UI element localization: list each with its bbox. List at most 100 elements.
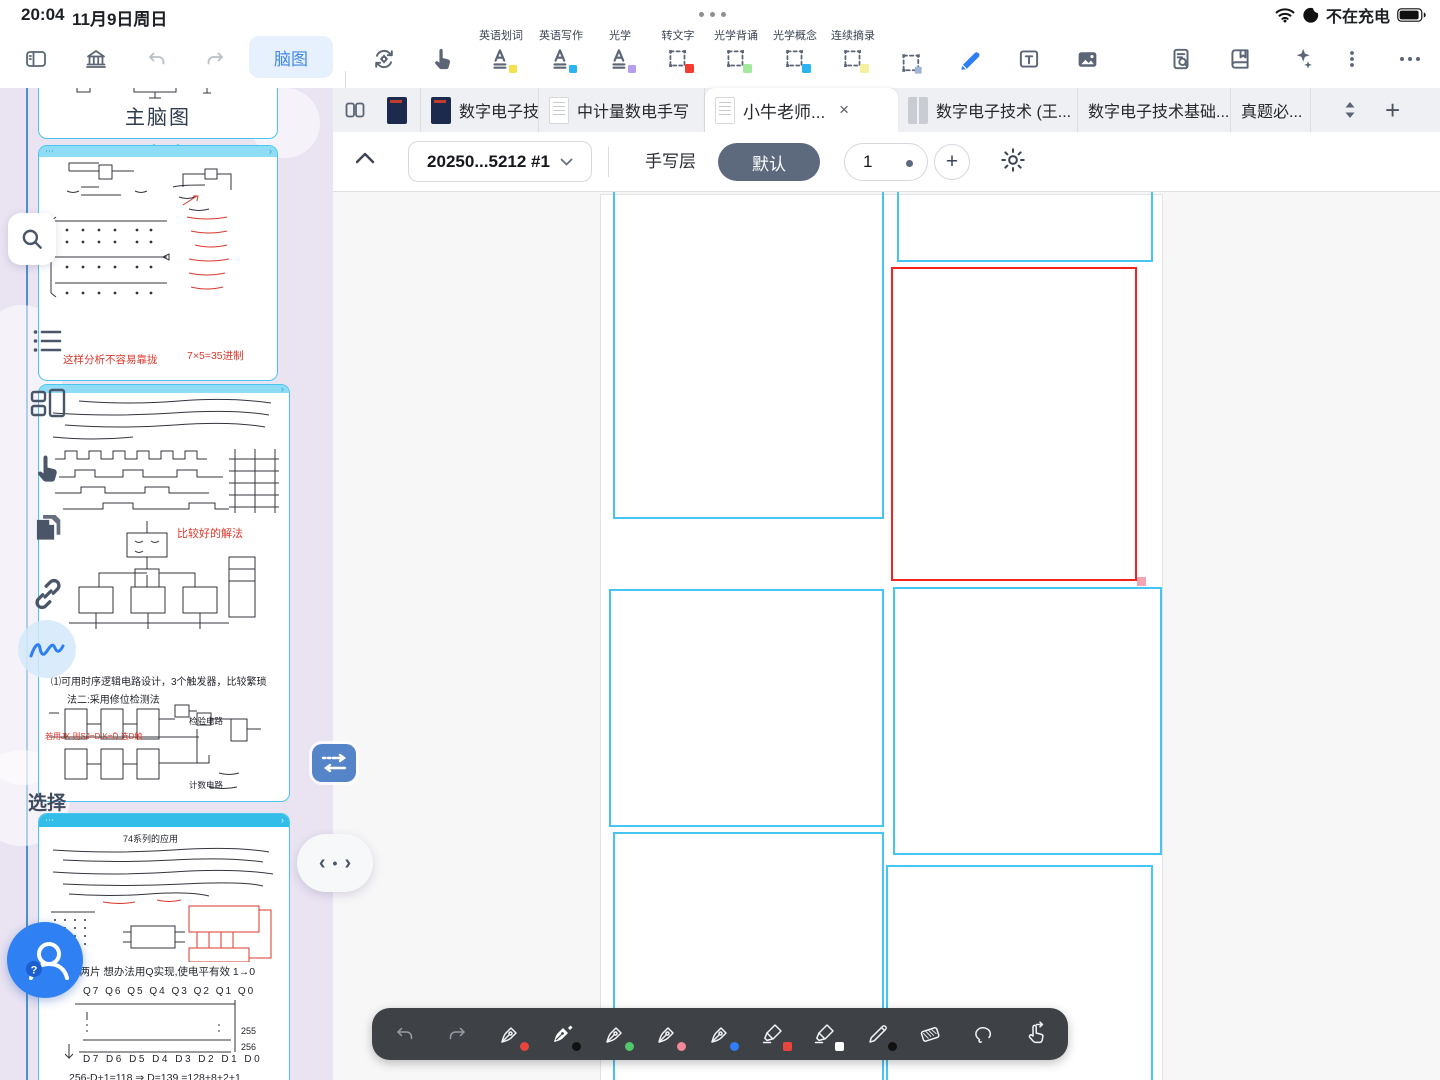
mindmap-root-card[interactable]: 主脑图 xyxy=(38,88,278,139)
notebook-id-dropdown[interactable]: 20250...5212 #1 xyxy=(408,141,592,182)
more-menu-button[interactable] xyxy=(1393,42,1427,76)
red-box-resize-handle[interactable] xyxy=(1137,577,1146,586)
doc-thumbnail xyxy=(431,97,451,124)
doc-thumbnail xyxy=(549,97,569,124)
note-thumbnail-card-2[interactable]: › 比较好的解法 ⑴可用时序逻辑电路设计，3个触发器，比较繁琐 法二:采用修位检… xyxy=(38,384,290,802)
redo-stroke-button[interactable] xyxy=(437,1014,477,1054)
red-annotation: 这样分析不容易靠拢 xyxy=(63,352,158,367)
highlighter-white-button[interactable] xyxy=(805,1014,845,1054)
sync-settings-button[interactable] xyxy=(367,42,401,76)
action-to-text[interactable]: 转文字 xyxy=(645,28,711,86)
undo-button[interactable] xyxy=(140,42,174,76)
action-label: 转文字 xyxy=(662,28,695,44)
action-label: 英语写作 xyxy=(539,28,583,44)
eraser-button[interactable] xyxy=(910,1014,950,1054)
lasso-select-button[interactable] xyxy=(963,1014,1003,1054)
tab-sort-icon[interactable] xyxy=(1341,100,1359,120)
tab-document-1[interactable]: 数字电子技术 xyxy=(421,88,539,132)
nav-dot-icon: • xyxy=(333,855,338,871)
card-layout-icon[interactable] xyxy=(30,388,66,418)
split-view-icon[interactable] xyxy=(333,88,377,132)
search-button[interactable] xyxy=(8,213,56,265)
scribble-gesture-icon[interactable] xyxy=(18,620,76,678)
copy-pages-icon[interactable] xyxy=(32,512,64,550)
text-style-icon xyxy=(548,46,574,72)
text-style-icon xyxy=(607,46,633,72)
moon-icon xyxy=(1302,7,1319,24)
hand-pointer-icon[interactable] xyxy=(33,452,63,490)
annotation-box-3[interactable] xyxy=(609,589,884,827)
link-icon[interactable] xyxy=(30,576,66,612)
tab-document-3-active[interactable]: 小牛老师...× xyxy=(705,88,898,132)
highlighter-red-button[interactable] xyxy=(753,1014,793,1054)
page-count-pill[interactable]: 1 xyxy=(844,143,928,181)
annotation-box-4[interactable] xyxy=(893,587,1162,855)
new-tab-button[interactable]: + xyxy=(1385,88,1400,132)
tab-document-6[interactable]: 真题必... xyxy=(1231,88,1311,132)
text-tool-button[interactable] xyxy=(1012,42,1046,76)
select-marquee-button[interactable] xyxy=(894,46,928,80)
tab-label: 数字电子技术 xyxy=(459,98,539,122)
tab-document-2[interactable]: 中计量数电手写 xyxy=(539,88,705,132)
document-canvas[interactable] xyxy=(333,192,1440,1080)
pen-pink-button[interactable] xyxy=(647,1014,687,1054)
action-english-writing[interactable]: 英语写作 xyxy=(528,28,594,86)
bookmark-button[interactable] xyxy=(1223,42,1257,76)
svg-text:?: ? xyxy=(31,965,38,977)
outline-list-icon[interactable] xyxy=(33,328,63,356)
red-annotation-small: 若用JK 则SJ=D K=D̄ 选D触 xyxy=(45,731,142,742)
page-count-value: 1 xyxy=(863,152,872,172)
layer-settings-gear-icon[interactable] xyxy=(998,145,1028,175)
card-header-strip: ⋯› xyxy=(39,814,289,827)
ai-sparkles-button[interactable] xyxy=(1284,42,1318,76)
note-thumbnail-card-1[interactable]: ⋯› 这样分析不容易靠拢 7×5=35进制 xyxy=(38,145,278,381)
tab-label: 中计量数电手写 xyxy=(577,98,689,122)
annotation-box-red[interactable] xyxy=(891,267,1137,581)
layer-select-pill[interactable]: 默认 xyxy=(718,143,820,181)
assistant-chat-button[interactable]: ? xyxy=(7,922,83,998)
tab-document-4[interactable]: 数字电子技术 (王... xyxy=(898,88,1078,132)
pen-red-button[interactable] xyxy=(490,1014,530,1054)
action-english-lookup[interactable]: 英语划词 xyxy=(468,28,534,86)
chevron-down-icon xyxy=(560,158,573,166)
pencil-black-button[interactable] xyxy=(858,1014,898,1054)
notebook-id-value: 20250...5212 #1 xyxy=(427,152,550,172)
annotation-box-2[interactable] xyxy=(897,192,1153,262)
document-search-button[interactable] xyxy=(1164,42,1198,76)
sidebar-toggle-button[interactable] xyxy=(19,42,53,76)
pen-toolbar xyxy=(372,1008,1068,1060)
kebab-menu-button[interactable] xyxy=(1335,42,1369,76)
red-annotation: 比较好的解法 xyxy=(177,525,243,541)
library-button[interactable] xyxy=(79,42,113,76)
tab-document-0[interactable] xyxy=(377,88,421,132)
tab-document-5[interactable]: 数字电子技术基础... xyxy=(1078,88,1231,132)
card-header-strip: › xyxy=(39,385,289,393)
undo-stroke-button[interactable] xyxy=(385,1014,425,1054)
redo-button[interactable] xyxy=(198,42,232,76)
select-mode-label[interactable]: 选择 xyxy=(28,788,66,815)
clock: 20:04 xyxy=(21,5,64,25)
pen-blue-button[interactable] xyxy=(700,1014,740,1054)
doc-thumbnail xyxy=(715,97,735,124)
collapse-chevron-icon[interactable] xyxy=(355,152,375,164)
pencil-tool-button[interactable] xyxy=(953,44,987,78)
prev-page-icon[interactable]: ‹ xyxy=(319,852,326,875)
pen-black-button-active[interactable] xyxy=(542,1014,582,1054)
status-icons: 不在充电 xyxy=(1275,3,1426,27)
page-nav-pill[interactable]: ‹ • › xyxy=(297,834,373,892)
action-continuous-excerpt[interactable]: 连续摘录 xyxy=(820,28,886,86)
add-layer-button[interactable]: + xyxy=(934,144,970,180)
sidebar-resize-handle[interactable] xyxy=(312,744,356,782)
action-ocr-recite[interactable]: 光学背诵 xyxy=(703,28,769,86)
annotation-box-1[interactable] xyxy=(613,192,884,519)
pen-green-button[interactable] xyxy=(595,1014,635,1054)
close-tab-icon[interactable]: × xyxy=(839,100,849,120)
pan-gesture-button[interactable] xyxy=(1015,1014,1055,1054)
action-ocr[interactable]: 光学 xyxy=(587,28,653,86)
action-ocr-concept[interactable]: 光学概念 xyxy=(762,28,828,86)
hand-pointer-button[interactable] xyxy=(426,42,460,76)
next-page-icon[interactable]: › xyxy=(344,852,351,875)
mind-map-button[interactable]: 脑图 xyxy=(249,36,333,78)
ink-256: 256 xyxy=(241,1042,256,1052)
image-tool-button[interactable] xyxy=(1070,42,1104,76)
